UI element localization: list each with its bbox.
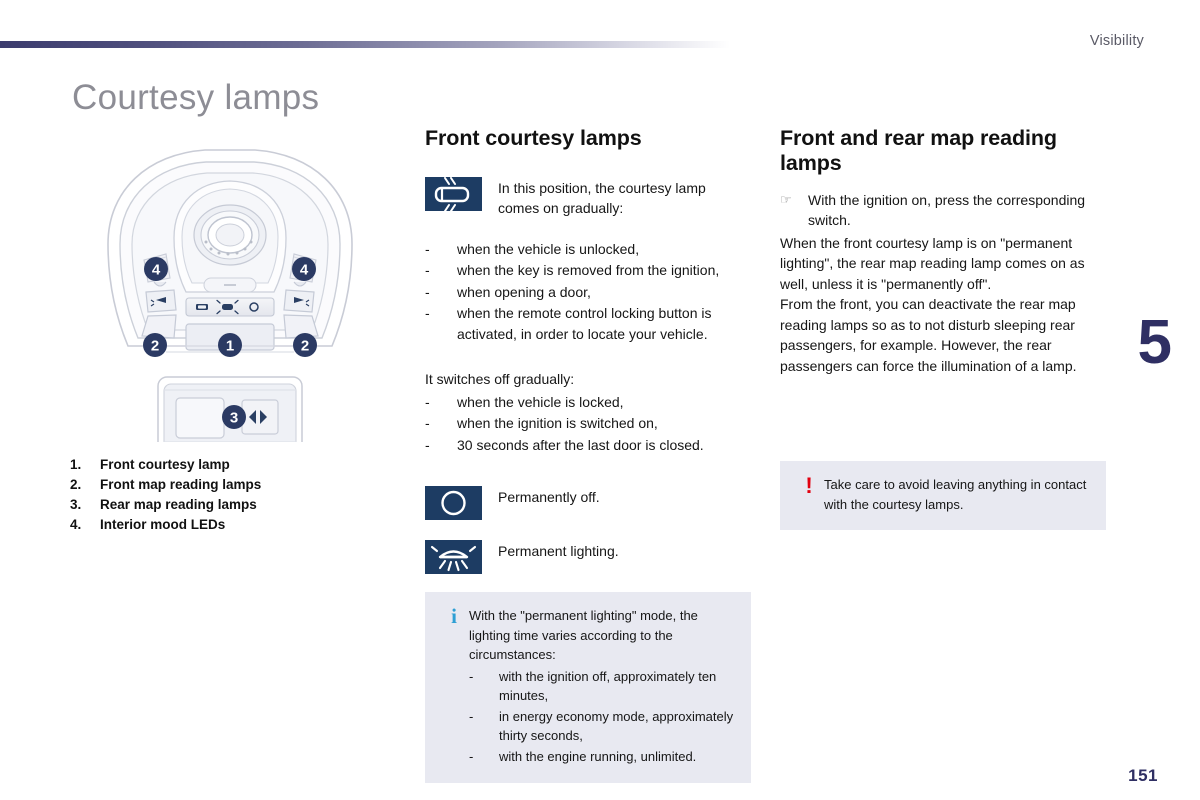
front-courtesy-lamps-column: Front courtesy lamps In this position, t… <box>425 126 755 594</box>
list-item-text: with the engine running, unlimited. <box>499 748 697 764</box>
permanent-lighting-row: Permanent lighting. <box>425 540 755 575</box>
legend-label: Front courtesy lamp <box>100 457 230 472</box>
list-item-text: when the key is removed from the ignitio… <box>457 262 720 279</box>
map-reading-lamps-column: Front and rear map reading lamps ☞ With … <box>780 126 1110 376</box>
warning-note-box: ! Take care to avoid leaving anything in… <box>780 461 1106 530</box>
illustration-column: 1 2 2 4 4 3 <box>70 132 400 442</box>
instruction-text: With the ignition on, press the correspo… <box>808 191 1086 229</box>
switches-off-conditions-list: - when the vehicle is locked, - when the… <box>425 392 755 456</box>
info-note-box: i With the "permanent lighting" mode, th… <box>425 592 751 783</box>
list-item: - when the vehicle is locked, <box>425 392 755 413</box>
dash-marker: - <box>469 708 474 724</box>
svg-text:3: 3 <box>230 410 238 427</box>
legend-label: Front map reading lamps <box>100 477 262 492</box>
dash-marker: - <box>469 748 474 764</box>
permanently-off-row: Permanently off. <box>425 486 755 521</box>
dash-marker: - <box>425 240 430 257</box>
dash-marker: - <box>469 668 474 684</box>
permanently-off-label: Permanently off. <box>498 489 600 506</box>
legend-label: Interior mood LEDs <box>100 517 226 532</box>
svg-text:4: 4 <box>300 262 309 279</box>
warning-note-text: Take care to avoid leaving anything in c… <box>824 477 1087 512</box>
dash-marker: - <box>425 283 430 300</box>
header-gradient-rule <box>0 41 730 48</box>
list-item-text: when the vehicle is locked, <box>457 393 624 410</box>
info-note-text: With the "permanent lighting" mode, the … <box>469 608 698 662</box>
list-item: - in energy economy mode, approximately … <box>469 707 735 746</box>
list-item-text: in energy economy mode, approximately th… <box>499 708 734 744</box>
pointing-hand-icon: ☞ <box>780 191 792 207</box>
list-item-text: when the remote control locking button i… <box>457 305 712 342</box>
list-item: - when the ignition is switched on, <box>425 413 755 434</box>
list-item-text: when the ignition is switched on, <box>457 415 658 432</box>
dash-marker: - <box>425 393 430 410</box>
illustration-legend: 1. Front courtesy lamp 2. Front map read… <box>70 455 400 535</box>
position-text-line1: In this position, the courtesy lamp <box>498 179 706 196</box>
door-courtesy-lamp-icon <box>425 176 482 211</box>
permanent-lighting-label: Permanent lighting. <box>498 543 619 560</box>
dash-marker: - <box>425 305 430 322</box>
page-number: 151 <box>1128 766 1158 785</box>
legend-item: 2. Front map reading lamps <box>70 475 400 495</box>
list-item: - when opening a door, <box>425 282 755 303</box>
dash-marker: - <box>425 262 430 279</box>
list-item: - with the engine running, unlimited. <box>469 747 735 767</box>
position-icon-text: In this position, the courtesy lamp come… <box>498 177 706 219</box>
page-title: Courtesy lamps <box>72 78 320 117</box>
instruction-row: ☞ With the ignition on, press the corres… <box>780 190 1110 231</box>
position-text-line2: comes on gradually: <box>498 200 624 217</box>
list-item-text: with the ignition off, approximately ten… <box>499 668 717 704</box>
list-item: - 30 seconds after the last door is clos… <box>425 435 755 456</box>
section-heading-front-courtesy-lamps: Front courtesy lamps <box>425 126 642 150</box>
chapter-number: 5 <box>1137 308 1172 377</box>
lamp-off-icon <box>425 486 482 521</box>
list-item-text: 30 seconds after the last door is closed… <box>457 436 704 453</box>
legend-number: 2. <box>70 477 82 492</box>
comes-on-conditions-list: - when the vehicle is unlocked, - when t… <box>425 239 755 345</box>
dash-marker: - <box>425 415 430 432</box>
dash-marker: - <box>425 436 430 453</box>
legend-number: 4. <box>70 517 82 532</box>
legend-item: 3. Rear map reading lamps <box>70 495 400 515</box>
info-icon: i <box>451 604 457 628</box>
list-item-text: when opening a door, <box>457 283 591 300</box>
lamp-on-icon <box>425 540 482 575</box>
legend-item: 1. Front courtesy lamp <box>70 455 400 475</box>
body-paragraph-1: When the front courtesy lamp is on "perm… <box>780 234 1085 292</box>
svg-text:4: 4 <box>152 262 161 279</box>
list-item: - when the vehicle is unlocked, <box>425 239 755 260</box>
legend-label: Rear map reading lamps <box>100 497 257 512</box>
header-section-label: Visibility <box>1089 33 1144 49</box>
svg-text:2: 2 <box>301 338 309 355</box>
legend-number: 1. <box>70 457 82 472</box>
info-note-list: - with the ignition off, approximately t… <box>469 667 735 767</box>
list-item: - when the remote control locking button… <box>425 303 755 344</box>
list-item: - with the ignition off, approximately t… <box>469 667 735 706</box>
svg-text:2: 2 <box>151 338 159 355</box>
legend-item: 4. Interior mood LEDs <box>70 515 400 535</box>
section-heading-map-reading-lamps: Front and rear map reading lamps <box>780 126 1057 175</box>
overhead-console-illustration: 1 2 2 4 4 3 <box>70 132 400 442</box>
switches-off-lead: It switches off gradually: <box>425 371 575 388</box>
warning-icon: ! <box>805 473 813 498</box>
list-item: - when the key is removed from the ignit… <box>425 260 755 281</box>
svg-text:1: 1 <box>226 338 234 355</box>
position-icon-row: In this position, the courtesy lamp come… <box>425 176 755 219</box>
list-item-text: when the vehicle is unlocked, <box>457 240 640 257</box>
legend-number: 3. <box>70 497 82 512</box>
body-paragraph-2: From the front, you can deactivate the r… <box>780 296 1077 374</box>
